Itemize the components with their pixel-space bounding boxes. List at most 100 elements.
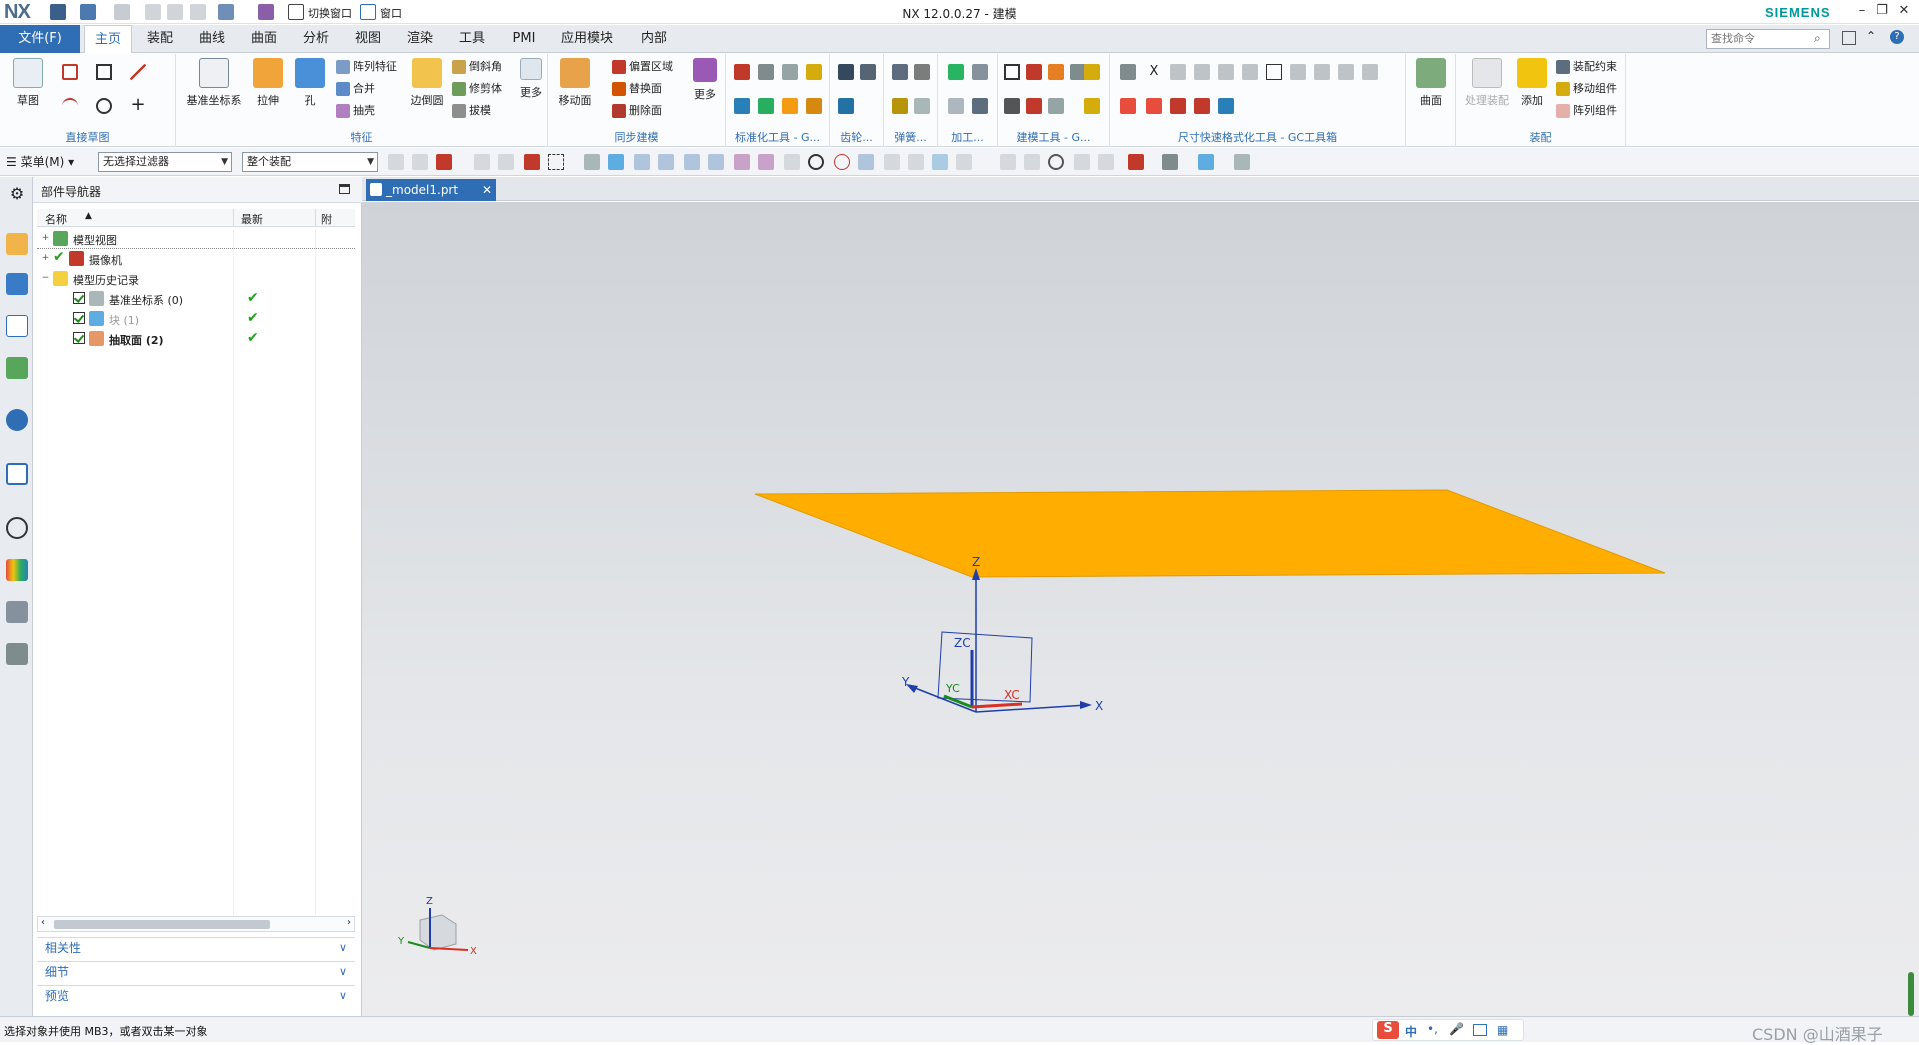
view-3-icon[interactable]	[1074, 154, 1090, 170]
offset-region-button[interactable]: 偏置区域	[612, 58, 673, 76]
system-scene-icon[interactable]	[6, 643, 28, 665]
snap-7-icon[interactable]	[784, 154, 800, 170]
punctuation-icon[interactable]: •,	[1427, 1022, 1438, 1036]
spring-2-icon[interactable]	[914, 64, 930, 80]
dim-tool-7-icon[interactable]	[1266, 64, 1282, 80]
tab-render[interactable]: 渲染	[396, 25, 444, 53]
orient-view-icon[interactable]	[1198, 154, 1214, 170]
machining-2-icon[interactable]	[972, 64, 988, 80]
select-tool-5-icon[interactable]	[498, 154, 514, 170]
dim-tool-8-icon[interactable]	[1290, 64, 1306, 80]
modeling-tool-9-icon[interactable]	[1084, 98, 1100, 114]
panel-preview[interactable]: 预览 ∨	[37, 985, 355, 1005]
modeling-tool-3-icon[interactable]	[1048, 64, 1064, 80]
type-filter-select[interactable]: 无选择过滤器 ▼	[98, 152, 232, 172]
delete-face-button[interactable]: 删除面	[612, 102, 662, 120]
tree-row-datum-csys[interactable]: 基准坐标系 (0) ✔	[37, 289, 355, 309]
expand-icon[interactable]: +	[41, 234, 50, 243]
snap-8-icon[interactable]	[834, 154, 850, 170]
replace-face-button[interactable]: 替换面	[612, 80, 662, 98]
column-latest[interactable]: 最新	[241, 211, 263, 227]
line-icon[interactable]	[130, 64, 146, 80]
circle-icon[interactable]	[96, 98, 112, 114]
tab-applications[interactable]: 应用模块	[552, 25, 622, 53]
ime-menu-icon[interactable]: ▦	[1497, 1023, 1508, 1037]
visibility-checkbox[interactable]	[73, 292, 85, 304]
web-browser-icon[interactable]	[6, 409, 28, 431]
edge-blend-button[interactable]: 边倒圆	[404, 58, 450, 108]
machining-1-icon[interactable]	[948, 64, 964, 80]
tab-pmi[interactable]: PMI	[500, 25, 548, 53]
select-tool-1-icon[interactable]	[388, 154, 404, 170]
tab-view[interactable]: 视图	[344, 25, 392, 53]
view-4-icon[interactable]	[1098, 154, 1114, 170]
tab-home[interactable]: 主页	[84, 25, 132, 53]
select-tool-4-icon[interactable]	[474, 154, 490, 170]
horizontal-scrollbar[interactable]: ‹ ›	[37, 916, 355, 932]
collapse-ribbon-icon[interactable]: ⌃	[1866, 29, 1876, 43]
help-icon[interactable]: ?	[1890, 30, 1904, 44]
dim-tool-5-icon[interactable]	[1218, 64, 1234, 80]
command-search-input[interactable]	[1706, 29, 1830, 49]
rectangle-icon[interactable]	[96, 64, 112, 80]
sync-more-button[interactable]: 更多	[688, 58, 722, 102]
tab-internal[interactable]: 内部	[626, 25, 682, 53]
dim-tool-14-icon[interactable]	[1170, 98, 1186, 114]
datum-csys-button[interactable]: 基准坐标系	[182, 58, 246, 108]
dim-tool-x-icon[interactable]: X	[1146, 64, 1162, 80]
tree-row-model-views[interactable]: + 模型视图	[37, 229, 355, 249]
close-tab-icon[interactable]: ✕	[482, 179, 492, 201]
ime-mode-label[interactable]: 中	[1405, 1023, 1417, 1040]
scroll-left-icon[interactable]: ‹	[41, 917, 45, 928]
modeling-tool-8-icon[interactable]	[1084, 64, 1100, 80]
tree-row-model-history[interactable]: − 模型历史记录	[37, 269, 355, 289]
machining-3-icon[interactable]	[948, 98, 964, 114]
snap-1-icon[interactable]	[634, 154, 650, 170]
machining-4-icon[interactable]	[972, 98, 988, 114]
menu-button[interactable]: ☰ 菜单(M) ▾	[6, 153, 74, 170]
trim-body-button[interactable]: 修剪体	[452, 80, 502, 98]
feature-more-button[interactable]: 更多	[516, 58, 546, 100]
tab-file[interactable]: 文件(F)	[0, 25, 80, 53]
chamfer-button[interactable]: 倒斜角	[452, 58, 502, 76]
extracted-face[interactable]	[754, 489, 1666, 578]
unite-button[interactable]: 合并	[336, 80, 375, 98]
snap-13-icon[interactable]	[956, 154, 972, 170]
view-5-icon[interactable]	[1128, 154, 1144, 170]
column-name[interactable]: 名称	[45, 211, 67, 227]
document-tab[interactable]: _model1.prt ✕	[366, 179, 496, 201]
snap-11-icon[interactable]	[908, 154, 924, 170]
spring-icon[interactable]	[892, 64, 908, 80]
point-icon[interactable]: +	[130, 96, 146, 114]
select-tool-9-icon[interactable]	[608, 154, 624, 170]
visibility-checkbox[interactable]	[73, 312, 85, 324]
snap-5-icon[interactable]	[734, 154, 750, 170]
snap-10-icon[interactable]	[884, 154, 900, 170]
std-tool-7-icon[interactable]	[782, 98, 798, 114]
snap-2-icon[interactable]	[658, 154, 674, 170]
restore-icon[interactable]: ❐	[1872, 3, 1892, 21]
spring-3-icon[interactable]	[892, 98, 908, 114]
scrollbar-thumb[interactable]	[54, 920, 270, 929]
dim-tool-10-icon[interactable]	[1338, 64, 1354, 80]
column-attached[interactable]: 附	[321, 211, 332, 227]
scroll-right-icon[interactable]: ›	[347, 917, 351, 928]
expand-icon[interactable]: +	[41, 254, 50, 263]
std-tool-1-icon[interactable]	[734, 64, 750, 80]
add-component-button[interactable]: 添加	[1514, 58, 1550, 108]
panel-details[interactable]: 细节 ∨	[37, 961, 355, 981]
extrude-button[interactable]: 拉伸	[248, 58, 288, 108]
snap-9-icon[interactable]	[858, 154, 874, 170]
surface-button[interactable]: 曲面	[1410, 58, 1452, 108]
arc-icon[interactable]	[62, 98, 78, 114]
sketch-button[interactable]: 草图	[6, 58, 50, 108]
vertical-scroll-indicator[interactable]	[1908, 972, 1914, 1016]
dim-tool-3-icon[interactable]	[1170, 64, 1186, 80]
scope-select[interactable]: 整个装配 ▼	[242, 152, 378, 172]
dim-tool-12-icon[interactable]	[1120, 98, 1136, 114]
triangle-icon[interactable]	[1004, 64, 1020, 80]
modeling-tool-5-icon[interactable]	[1004, 98, 1020, 114]
std-tool-6-icon[interactable]	[758, 98, 774, 114]
gear-icon[interactable]	[838, 64, 854, 80]
profile-icon[interactable]	[62, 64, 78, 80]
